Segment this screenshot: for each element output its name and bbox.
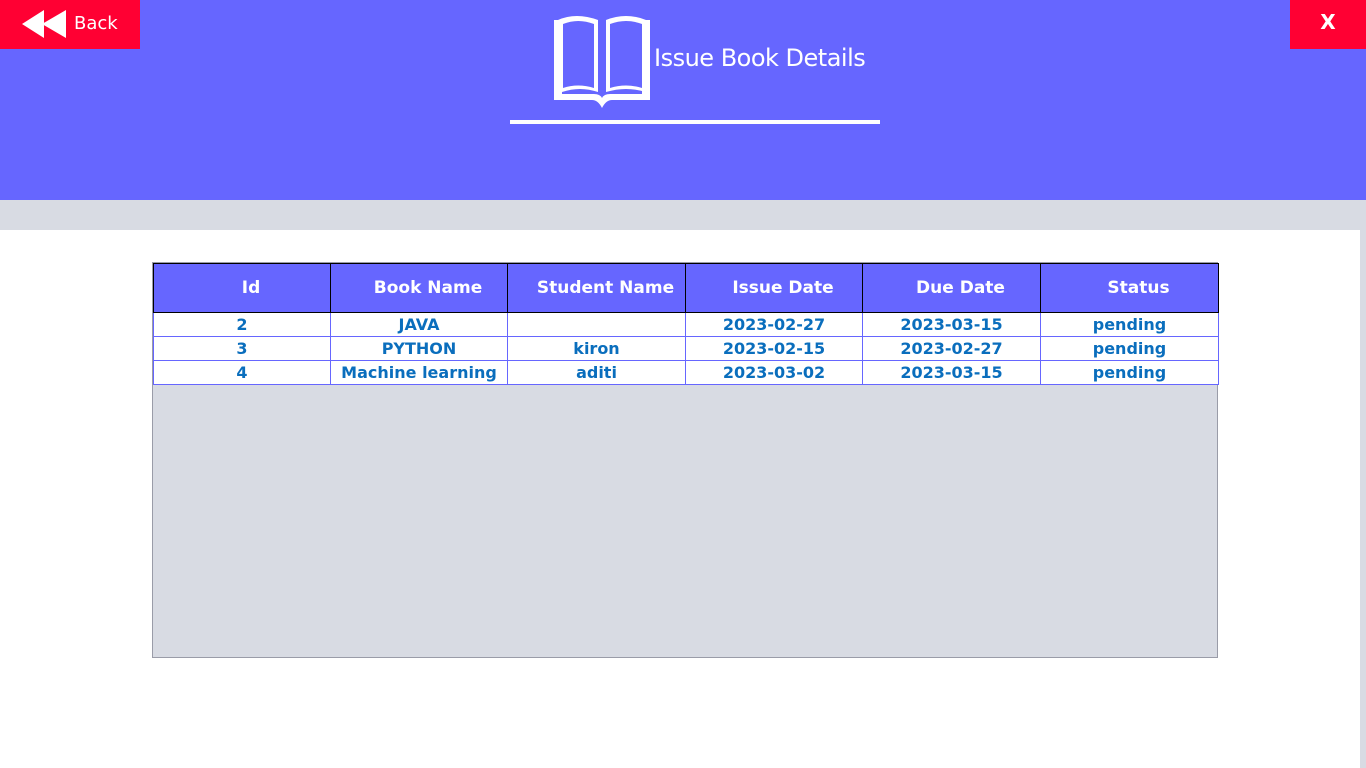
issue-book-table-panel[interactable]: Id Book Name Student Name Issue Date Due… — [152, 262, 1219, 658]
cell-due-date[interactable]: 2023-03-15 — [862, 360, 1041, 385]
cell-due-date[interactable]: 2023-02-27 — [862, 336, 1041, 361]
cell-issue-date[interactable]: 2023-03-02 — [685, 360, 863, 385]
column-header-issue-date[interactable]: Issue Date — [685, 263, 863, 313]
cell-book-name[interactable]: Machine learning — [330, 360, 508, 385]
rewind-icon — [22, 10, 66, 38]
header-bar: Back X Issue Book Details — [0, 0, 1366, 200]
cell-id[interactable]: 3 — [153, 336, 331, 361]
cell-status[interactable]: pending — [1040, 360, 1219, 385]
table-row[interactable]: 4 Machine learning aditi 2023-03-02 2023… — [153, 360, 1219, 385]
cell-issue-date[interactable]: 2023-02-27 — [685, 312, 863, 337]
header-separator — [0, 200, 1366, 230]
issue-book-table: Id Book Name Student Name Issue Date Due… — [153, 263, 1219, 385]
open-book-icon — [554, 16, 650, 108]
cell-student-name[interactable]: aditi — [507, 360, 686, 385]
back-button-label: Back — [74, 13, 118, 34]
table-header-row: Id Book Name Student Name Issue Date Due… — [153, 263, 1219, 313]
cell-issue-date[interactable]: 2023-02-15 — [685, 336, 863, 361]
page-title: Issue Book Details — [654, 44, 866, 72]
column-header-due-date[interactable]: Due Date — [862, 263, 1041, 313]
cell-status[interactable]: pending — [1040, 312, 1219, 337]
title-underline — [510, 120, 880, 124]
table-row[interactable]: 3 PYTHON kiron 2023-02-15 2023-02-27 pen… — [153, 336, 1219, 361]
cell-student-name[interactable] — [507, 312, 686, 337]
column-header-status[interactable]: Status — [1040, 263, 1219, 313]
cell-id[interactable]: 2 — [153, 312, 331, 337]
cell-status[interactable]: pending — [1040, 336, 1219, 361]
cell-book-name[interactable]: JAVA — [330, 312, 508, 337]
cell-due-date[interactable]: 2023-03-15 — [862, 312, 1041, 337]
column-header-id[interactable]: Id — [153, 263, 331, 313]
table-row[interactable]: 2 JAVA 2023-02-27 2023-03-15 pending — [153, 312, 1219, 337]
cell-id[interactable]: 4 — [153, 360, 331, 385]
column-header-student-name[interactable]: Student Name — [507, 263, 686, 313]
cell-student-name[interactable]: kiron — [507, 336, 686, 361]
cell-book-name[interactable]: PYTHON — [330, 336, 508, 361]
back-button[interactable]: Back — [0, 0, 140, 49]
right-scroll-edge — [1360, 230, 1366, 768]
close-button[interactable]: X — [1290, 0, 1366, 49]
column-header-book-name[interactable]: Book Name — [330, 263, 508, 313]
